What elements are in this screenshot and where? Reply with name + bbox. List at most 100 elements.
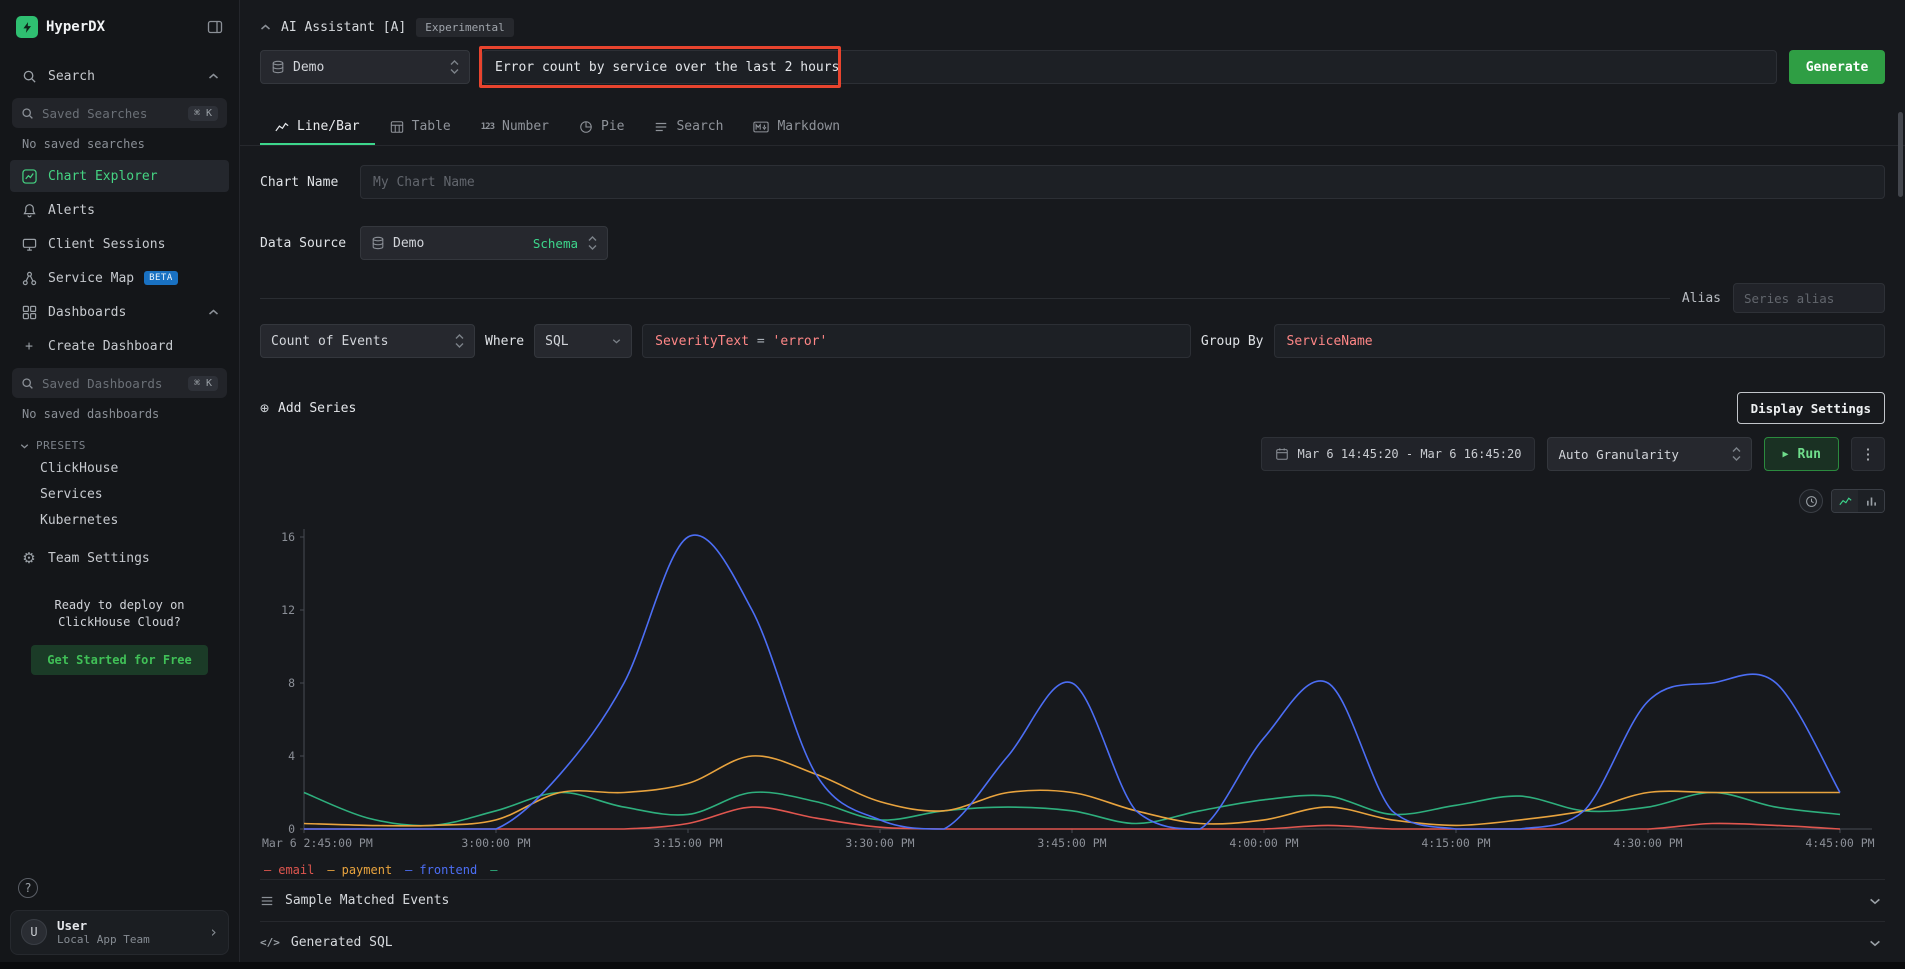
bar-view-button[interactable]: [1858, 490, 1884, 512]
sidebar-item-client-sessions[interactable]: Client Sessions: [10, 228, 229, 260]
group-by-value: ServiceName: [1287, 334, 1373, 349]
sidebar-item-label: Chart Explorer: [48, 169, 158, 184]
sidebar-item-alerts[interactable]: Alerts: [10, 194, 229, 226]
svg-text:3:30:00 PM: 3:30:00 PM: [845, 836, 914, 850]
legend-item[interactable]: —: [490, 863, 497, 877]
select-chevrons-icon: [450, 59, 459, 75]
horizontal-scrollbar-track[interactable]: [0, 962, 1905, 969]
chevron-right-icon: ›: [209, 923, 218, 941]
presets-section-header[interactable]: PRESETS: [10, 429, 229, 456]
user-name: User: [57, 918, 150, 933]
svg-text:3:45:00 PM: 3:45:00 PM: [1037, 836, 1106, 850]
vertical-scrollbar-thumb[interactable]: [1898, 112, 1903, 197]
chart-icon: [20, 169, 38, 184]
saved-searches-placeholder: Saved Searches: [42, 106, 147, 121]
legend-item[interactable]: —frontend: [405, 863, 477, 877]
ai-assistant-panel: AI Assistant [A] Experimental Demo: [240, 0, 1905, 84]
sidebar-item-chart-explorer[interactable]: Chart Explorer: [10, 160, 229, 192]
get-started-button[interactable]: Get Started for Free: [31, 645, 208, 675]
preset-item-services[interactable]: Services: [10, 482, 229, 508]
clock-icon: [1805, 495, 1818, 508]
schema-link[interactable]: Schema: [533, 236, 578, 251]
code-icon: </>: [260, 936, 280, 949]
tab-table[interactable]: Table: [375, 110, 466, 145]
legend-dash: —: [327, 863, 334, 877]
preset-item-clickhouse[interactable]: ClickHouse: [10, 456, 229, 482]
number-icon: 123: [481, 122, 494, 132]
line-view-button[interactable]: [1832, 490, 1858, 512]
app-root: HyperDX Search Saved Searches ⌘ K No sav…: [0, 0, 1905, 969]
preset-item-kubernetes[interactable]: Kubernetes: [10, 508, 229, 534]
granularity-select[interactable]: Auto Granularity: [1547, 437, 1752, 471]
sidebar-item-team-settings[interactable]: ⚙ Team Settings: [10, 542, 229, 574]
help-button[interactable]: ?: [18, 878, 38, 898]
markdown-icon: [753, 120, 769, 134]
display-settings-button[interactable]: Display Settings: [1737, 392, 1885, 424]
time-series-chart[interactable]: 0481216Mar 6 2:45:00 PM3:00:00 PM3:15:00…: [260, 521, 1885, 879]
add-series-button[interactable]: ⊕ Add Series: [260, 399, 356, 417]
saved-dashboards-input[interactable]: Saved Dashboards ⌘ K: [12, 368, 227, 398]
collapse-sidebar-icon[interactable]: [207, 19, 223, 35]
list-icon: [654, 120, 668, 134]
plus-icon: +: [20, 339, 38, 354]
alias-input[interactable]: [1733, 283, 1885, 313]
where-expression-input[interactable]: SeverityText = 'error': [642, 324, 1191, 358]
where-operator: =: [749, 334, 772, 349]
chart-name-input[interactable]: [360, 165, 1885, 199]
ai-prompt-input[interactable]: [482, 50, 1777, 84]
chart-legend: —email—payment—frontend—: [260, 861, 1885, 879]
no-saved-searches-note: No saved searches: [10, 133, 229, 159]
language-select[interactable]: SQL: [534, 324, 632, 358]
generated-sql-section[interactable]: </> Generated SQL: [260, 921, 1885, 963]
svg-text:Mar 6 2:45:00 PM: Mar 6 2:45:00 PM: [262, 836, 373, 850]
aggregation-select[interactable]: Count of Events: [260, 324, 475, 358]
user-menu[interactable]: U User Local App Team ›: [10, 910, 229, 955]
search-icon: [20, 69, 38, 84]
group-by-input[interactable]: ServiceName: [1274, 324, 1885, 358]
create-dashboard-button[interactable]: + Create Dashboard: [10, 330, 229, 362]
date-range-picker[interactable]: Mar 6 14:45:20 - Mar 6 16:45:20: [1261, 437, 1536, 471]
tab-markdown[interactable]: Markdown: [738, 110, 855, 145]
section-label: Sample Matched Events: [285, 893, 449, 908]
sample-matched-events-section[interactable]: Sample Matched Events: [260, 879, 1885, 921]
chart-explorer-form: Chart Name Data Source Demo Schema: [240, 146, 1905, 969]
chart-canvas[interactable]: 0481216Mar 6 2:45:00 PM3:00:00 PM3:15:00…: [260, 521, 1885, 856]
alias-label: Alias: [1682, 291, 1721, 306]
select-chevrons-icon: [455, 333, 464, 349]
section-label: Generated SQL: [291, 935, 393, 950]
time-format-button[interactable]: [1799, 489, 1823, 513]
tab-number[interactable]: 123 Number: [466, 110, 564, 145]
sidebar-item-dashboards[interactable]: Dashboards: [10, 296, 229, 328]
legend-item[interactable]: —payment: [327, 863, 392, 877]
chart-name-label: Chart Name: [260, 175, 360, 190]
data-source-select[interactable]: Demo Schema: [360, 226, 608, 260]
tab-line-bar[interactable]: Line/Bar: [260, 110, 375, 145]
run-button[interactable]: ▶ Run: [1764, 437, 1839, 471]
more-options-button[interactable]: ⋮: [1851, 437, 1885, 471]
ai-assistant-title: AI Assistant [A]: [281, 20, 406, 35]
chevron-down-icon: [1869, 939, 1885, 947]
sidebar-item-service-map[interactable]: Service Map BETA: [10, 262, 229, 294]
sidebar-section-search[interactable]: Search: [10, 60, 229, 92]
svg-text:8: 8: [288, 676, 295, 690]
tab-pie[interactable]: Pie: [564, 110, 639, 145]
aggregation-value: Count of Events: [271, 334, 388, 349]
beta-badge: BETA: [144, 271, 178, 285]
svg-text:4:45:00 PM: 4:45:00 PM: [1805, 836, 1874, 850]
no-saved-dashboards-note: No saved dashboards: [10, 403, 229, 429]
circle-plus-icon: ⊕: [260, 399, 269, 417]
generate-button[interactable]: Generate: [1789, 50, 1885, 84]
saved-searches-input[interactable]: Saved Searches ⌘ K: [12, 98, 227, 128]
legend-item[interactable]: —email: [264, 863, 314, 877]
legend-label: email: [278, 863, 314, 877]
tab-search[interactable]: Search: [639, 110, 738, 145]
bar-chart-icon: [1865, 495, 1878, 508]
svg-text:16: 16: [281, 530, 295, 544]
list-icon: [260, 894, 274, 908]
avatar: U: [21, 919, 47, 945]
chevron-up-icon[interactable]: [260, 24, 271, 31]
sidebar-item-label: Dashboards: [48, 305, 126, 320]
hyperdx-logo[interactable]: HyperDX: [16, 16, 105, 38]
ai-source-select[interactable]: Demo: [260, 50, 470, 84]
group-by-label: Group By: [1201, 334, 1264, 349]
